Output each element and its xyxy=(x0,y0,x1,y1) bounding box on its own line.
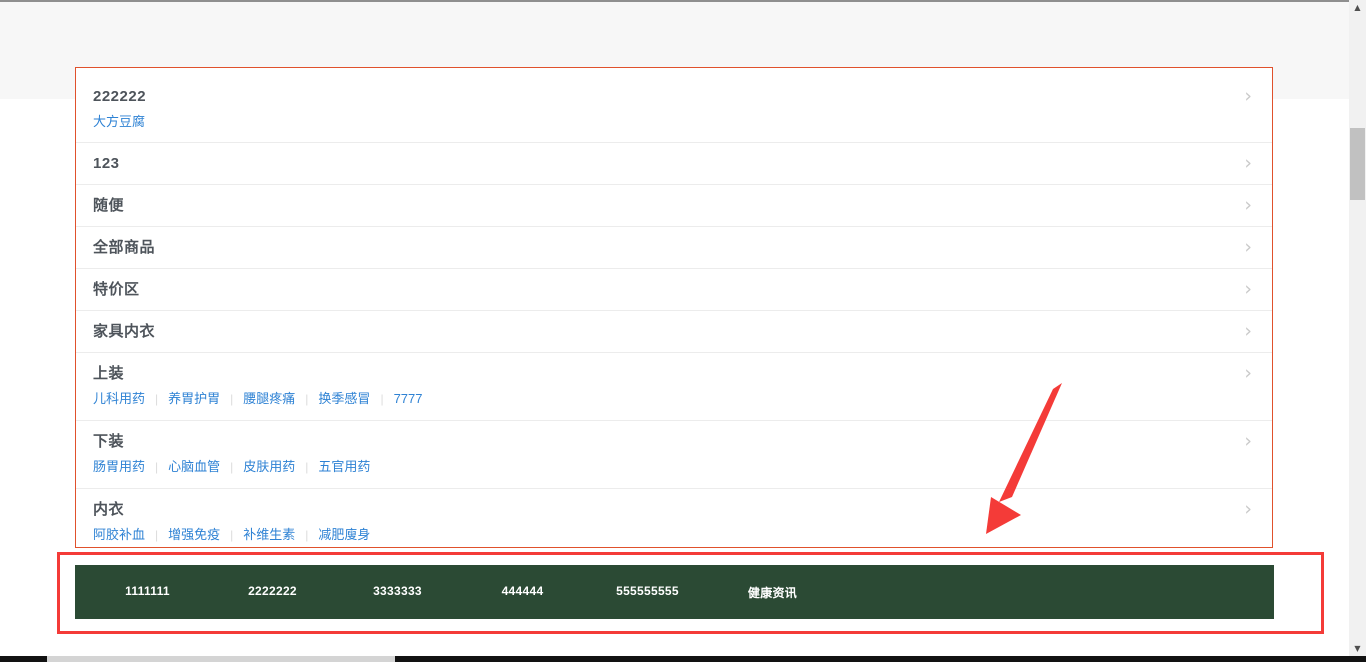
category-row[interactable]: 123 › xyxy=(76,143,1272,185)
category-title[interactable]: 上装 xyxy=(93,365,124,382)
category-row[interactable]: 特价区 › xyxy=(76,269,1272,311)
category-title[interactable]: 下装 xyxy=(93,433,124,450)
category-sublinks: 肠胃用药心脑血管皮肤用药五官用药 xyxy=(93,458,1254,476)
footer-nav-items: 111111122222223333333444444555555555健康资讯 xyxy=(85,584,835,601)
category-sublink[interactable]: 养胃护胃 xyxy=(145,391,220,406)
horizontal-scrollbar-thumb[interactable] xyxy=(47,656,395,662)
category-row[interactable]: 222222 › 大方豆腐 xyxy=(76,68,1272,143)
category-sublink[interactable]: 大方豆腐 xyxy=(93,114,145,129)
vertical-scrollbar-thumb[interactable] xyxy=(1350,128,1365,200)
footer-nav-item[interactable]: 444444 xyxy=(460,584,585,601)
category-sublinks: 儿科用药养胃护胃腰腿疼痛换季感冒7777 xyxy=(93,390,1254,408)
footer-nav-item[interactable]: 1111111 xyxy=(85,584,210,601)
category-title[interactable]: 内衣 xyxy=(93,501,124,518)
category-sublink[interactable]: 阿胶补血 xyxy=(93,527,145,542)
vertical-scrollbar[interactable]: ▲ ▼ xyxy=(1349,0,1366,656)
category-sublink[interactable]: 心脑血管 xyxy=(145,459,220,474)
category-sublink[interactable]: 减肥廋身 xyxy=(295,527,370,542)
category-sublink[interactable]: 换季感冒 xyxy=(295,391,370,406)
chevron-right-icon: › xyxy=(1244,282,1252,297)
category-title[interactable]: 全部商品 xyxy=(93,239,155,256)
category-sublinks: 大方豆腐 xyxy=(93,113,1254,130)
footer-nav-item[interactable]: 2222222 xyxy=(210,584,335,601)
category-sublink[interactable]: 皮肤用药 xyxy=(220,459,295,474)
category-sublink[interactable]: 腰腿疼痛 xyxy=(220,391,295,406)
category-row-header: 222222 › xyxy=(93,88,1254,105)
category-row-header: 全部商品 › xyxy=(93,239,1254,256)
category-title[interactable]: 123 xyxy=(93,155,120,172)
category-title[interactable]: 222222 xyxy=(93,88,146,105)
category-row[interactable]: 随便 › xyxy=(76,185,1272,227)
category-row-header: 下装 › xyxy=(93,433,1254,450)
category-row-header: 内衣 › xyxy=(93,501,1254,518)
category-sublink[interactable]: 肠胃用药 xyxy=(93,459,145,474)
category-row[interactable]: 内衣 › 阿胶补血增强免疫补维生素减肥廋身 xyxy=(76,489,1272,548)
category-row[interactable]: 下装 › 肠胃用药心脑血管皮肤用药五官用药 xyxy=(76,421,1272,489)
category-row[interactable]: 全部商品 › xyxy=(76,227,1272,269)
category-panel: 222222 › 大方豆腐 123 › 随便 › 全部商品 › 特价区 › 家具… xyxy=(75,67,1273,548)
category-sublink[interactable]: 7777 xyxy=(370,391,422,406)
chevron-right-icon: › xyxy=(1244,366,1252,381)
footer-nav: 111111122222223333333444444555555555健康资讯 xyxy=(75,565,1274,619)
category-sublink[interactable]: 儿科用药 xyxy=(93,391,145,406)
chevron-right-icon: › xyxy=(1244,434,1252,449)
chevron-right-icon: › xyxy=(1244,89,1252,104)
chevron-right-icon: › xyxy=(1244,240,1252,255)
footer-nav-item[interactable]: 555555555 xyxy=(585,584,710,601)
category-sublink[interactable]: 五官用药 xyxy=(295,459,370,474)
scroll-up-icon[interactable]: ▲ xyxy=(1349,0,1366,15)
chevron-right-icon: › xyxy=(1244,324,1252,339)
category-row-header: 家具内衣 › xyxy=(93,323,1254,340)
category-sublink[interactable]: 增强免疫 xyxy=(145,527,220,542)
scroll-down-icon[interactable]: ▼ xyxy=(1349,641,1366,656)
category-row-header: 123 › xyxy=(93,155,1254,172)
category-list: 222222 › 大方豆腐 123 › 随便 › 全部商品 › 特价区 › 家具… xyxy=(76,68,1272,548)
category-sublinks: 阿胶补血增强免疫补维生素减肥廋身 xyxy=(93,526,1254,544)
category-row[interactable]: 上装 › 儿科用药养胃护胃腰腿疼痛换季感冒7777 xyxy=(76,353,1272,421)
category-title[interactable]: 随便 xyxy=(93,197,124,214)
category-row-header: 特价区 › xyxy=(93,281,1254,298)
category-title[interactable]: 家具内衣 xyxy=(93,323,155,340)
category-row-header: 随便 › xyxy=(93,197,1254,214)
category-title[interactable]: 特价区 xyxy=(93,281,140,298)
footer-nav-item[interactable]: 健康资讯 xyxy=(710,584,835,601)
footer-nav-item[interactable]: 3333333 xyxy=(335,584,460,601)
chevron-right-icon: › xyxy=(1244,502,1252,517)
category-sublink[interactable]: 补维生素 xyxy=(220,527,295,542)
chevron-right-icon: › xyxy=(1244,156,1252,171)
category-row-header: 上装 › xyxy=(93,365,1254,382)
horizontal-scrollbar[interactable] xyxy=(0,656,1366,662)
category-row[interactable]: 家具内衣 › xyxy=(76,311,1272,353)
chevron-right-icon: › xyxy=(1244,198,1252,213)
